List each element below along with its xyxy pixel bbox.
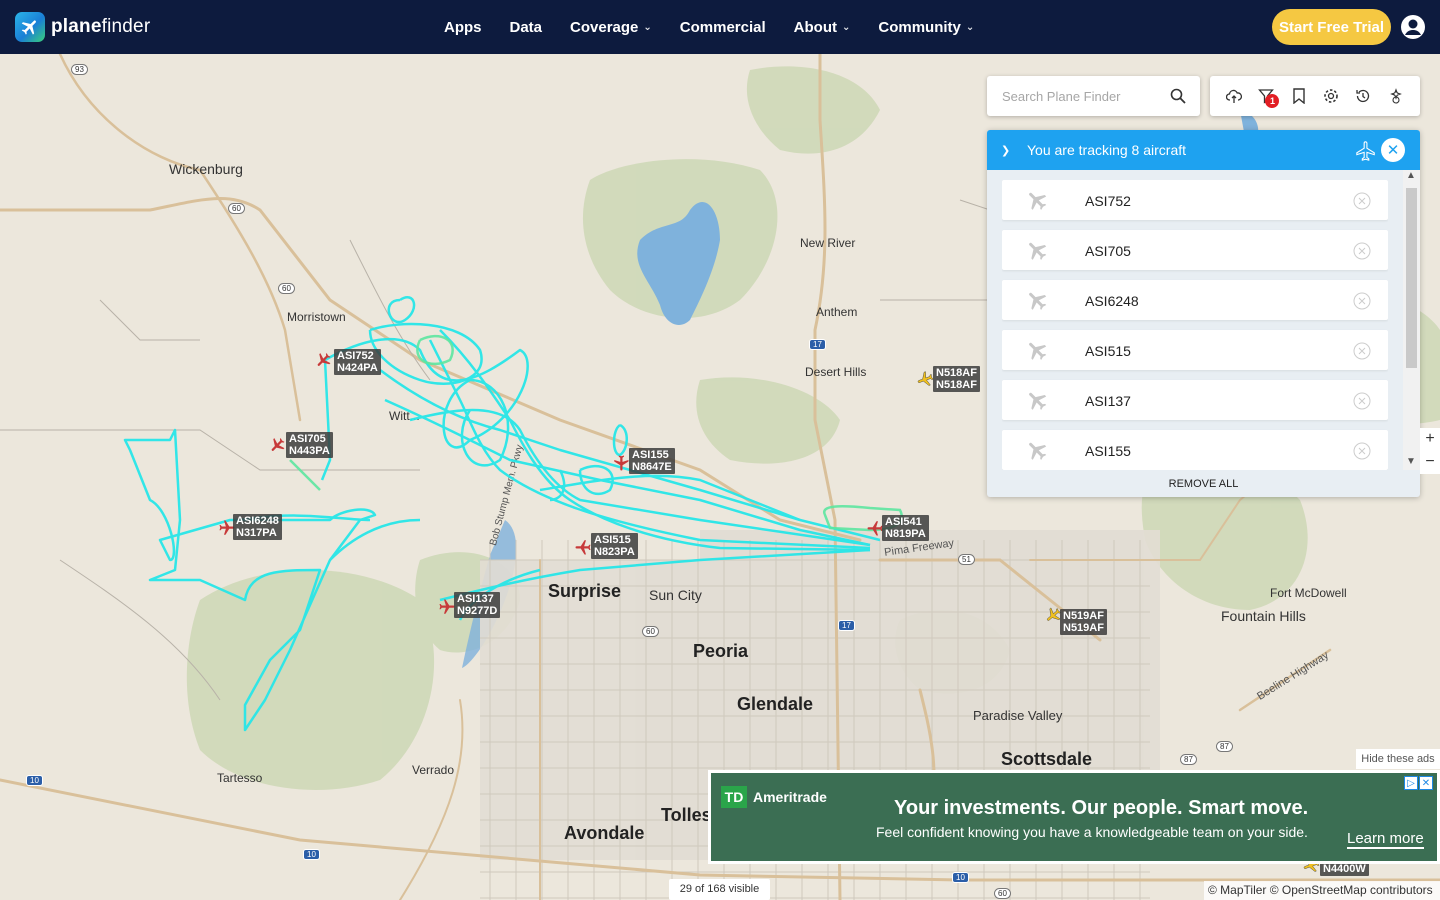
nav-commercial[interactable]: Commercial (680, 19, 766, 36)
aircraft-callsign: ASI137 (1085, 393, 1131, 409)
tracked-aircraft-row[interactable]: ASI515 (1002, 330, 1388, 370)
tracking-panel: ❯ You are tracking 8 aircraft ✕ ASI752 A… (987, 130, 1420, 497)
start-free-trial-button[interactable]: Start Free Trial (1272, 9, 1391, 45)
tracked-aircraft-row[interactable]: ASI137 (1002, 380, 1388, 420)
3d-view-icon[interactable] (1385, 85, 1407, 107)
aircraft-icon[interactable] (612, 454, 630, 472)
cloud-upload-icon[interactable] (1223, 85, 1245, 107)
plane-icon (1029, 442, 1047, 460)
zoom-out-button[interactable]: − (1420, 451, 1440, 474)
aircraft-label[interactable]: ASI6248 N317PA (233, 514, 282, 540)
map-toolbar: 1 (1210, 76, 1420, 116)
filter-count-badge: 1 (1265, 94, 1280, 108)
scroll-thumb[interactable] (1406, 188, 1417, 368)
tracked-aircraft-row[interactable]: ASI705 (1002, 230, 1388, 270)
nav-menu: Apps Data Coverage ⌄ Commercial About ⌄ Co… (430, 0, 988, 54)
ad-banner: TD Ameritrade Your investments. Our peopl… (708, 770, 1440, 864)
logo-plane-icon (15, 12, 45, 42)
remove-aircraft-icon[interactable] (1353, 292, 1371, 310)
visible-aircraft-count: 29 of 168 visible (669, 879, 770, 900)
tracked-aircraft-row[interactable]: ASI155 (1002, 430, 1388, 470)
remove-all-button[interactable]: REMOVE ALL (987, 472, 1420, 497)
ad-content[interactable]: TD Ameritrade Your investments. Our peopl… (711, 773, 1437, 861)
aircraft-label[interactable]: ASI541 N819PA (882, 515, 929, 541)
chevron-down-icon: ⌄ (841, 21, 851, 33)
bookmark-icon[interactable] (1288, 85, 1310, 107)
history-icon[interactable] (1352, 85, 1374, 107)
tracked-aircraft-list: ASI752 ASI705 ASI6248 ASI515 ASI137 ASI1… (1002, 180, 1388, 470)
logo-text: planefinder (51, 16, 151, 37)
ad-info-icon[interactable]: ▷ (1404, 776, 1418, 790)
remove-aircraft-icon[interactable] (1353, 442, 1371, 460)
aircraft-label[interactable]: ASI752 N424PA (334, 349, 381, 375)
search-input[interactable] (1002, 88, 1172, 104)
nav-data[interactable]: Data (510, 19, 543, 36)
nav-about[interactable]: About ⌄ (794, 19, 851, 36)
ad-subtext: Feel confident knowing you have a knowle… (876, 824, 1308, 840)
remove-aircraft-icon[interactable] (1353, 342, 1371, 360)
nav-coverage[interactable]: Coverage ⌄ (570, 19, 652, 36)
plane-icon (1029, 192, 1047, 210)
zoom-control: + − (1420, 428, 1440, 474)
planefinder-logo[interactable]: planefinder (15, 12, 150, 42)
ad-close-icon[interactable]: ✕ (1419, 776, 1433, 790)
zoom-in-button[interactable]: + (1420, 428, 1440, 451)
aircraft-callsign: ASI6248 (1085, 293, 1139, 309)
search-bar (987, 76, 1200, 116)
aircraft-callsign: ASI515 (1085, 343, 1131, 359)
aircraft-label[interactable]: ASI155 N8647E (629, 448, 675, 474)
aircraft-label[interactable]: ASI705 N443PA (286, 432, 333, 458)
user-account-icon[interactable] (1400, 14, 1426, 40)
filter-icon[interactable]: 1 (1255, 85, 1280, 108)
scroll-down-icon[interactable]: ▼ (1406, 456, 1416, 467)
nav-apps[interactable]: Apps (444, 19, 482, 36)
aircraft-label[interactable]: ASI137 N9277D (454, 592, 501, 618)
plane-icon (1029, 342, 1047, 360)
plane-icon[interactable] (1355, 140, 1377, 162)
map-attribution[interactable]: © MapTiler © OpenStreetMap contributors (1204, 881, 1440, 900)
aircraft-callsign: ASI705 (1085, 243, 1131, 259)
plane-icon (1029, 292, 1047, 310)
chevron-down-icon[interactable]: ❯ (1001, 144, 1015, 157)
aircraft-icon[interactable] (268, 436, 286, 454)
tracking-list-scrollbar[interactable]: ▲ ▼ (1403, 170, 1420, 470)
ad-headline: Your investments. Our people. Smart move… (894, 797, 1309, 819)
aircraft-label[interactable]: N4400W (1320, 862, 1369, 876)
aircraft-icon[interactable] (314, 351, 332, 369)
plane-icon (1029, 392, 1047, 410)
plane-icon (1029, 242, 1047, 260)
remove-aircraft-icon[interactable] (1353, 242, 1371, 260)
aircraft-label[interactable]: ASI515 N823PA (591, 533, 638, 559)
tracking-panel-header: ❯ You are tracking 8 aircraft ✕ (987, 130, 1420, 170)
nav-community[interactable]: Community ⌄ (878, 19, 974, 36)
tracked-aircraft-row[interactable]: ASI752 (1002, 180, 1388, 220)
tracked-aircraft-row[interactable]: ASI6248 (1002, 280, 1388, 320)
chevron-down-icon: ⌄ (643, 21, 652, 33)
aircraft-label[interactable]: N518AF N518AF (933, 366, 980, 392)
search-icon[interactable] (1170, 88, 1186, 104)
aircraft-callsign: ASI155 (1085, 443, 1131, 459)
aircraft-icon[interactable] (916, 370, 934, 388)
settings-gear-icon[interactable] (1320, 85, 1342, 107)
ad-controls: ▷ ✕ (1403, 776, 1433, 790)
ad-brand-logo: TD Ameritrade (721, 786, 827, 808)
chevron-down-icon: ⌄ (965, 21, 975, 33)
aircraft-callsign: ASI752 (1085, 193, 1131, 209)
ad-learn-more-link[interactable]: Learn more (1347, 830, 1424, 849)
tracking-title: You are tracking 8 aircraft (1027, 142, 1187, 158)
aircraft-icon[interactable] (574, 538, 592, 556)
close-tracking-button[interactable]: ✕ (1381, 138, 1405, 162)
remove-aircraft-icon[interactable] (1353, 392, 1371, 410)
top-nav: planefinder Apps Data Coverage ⌄ Commerci… (0, 0, 1440, 54)
hide-ads-button[interactable]: Hide these ads (1356, 749, 1440, 769)
remove-aircraft-icon[interactable] (1353, 192, 1371, 210)
scroll-up-icon[interactable]: ▲ (1406, 170, 1416, 181)
aircraft-label[interactable]: N519AF N519AF (1060, 609, 1107, 635)
